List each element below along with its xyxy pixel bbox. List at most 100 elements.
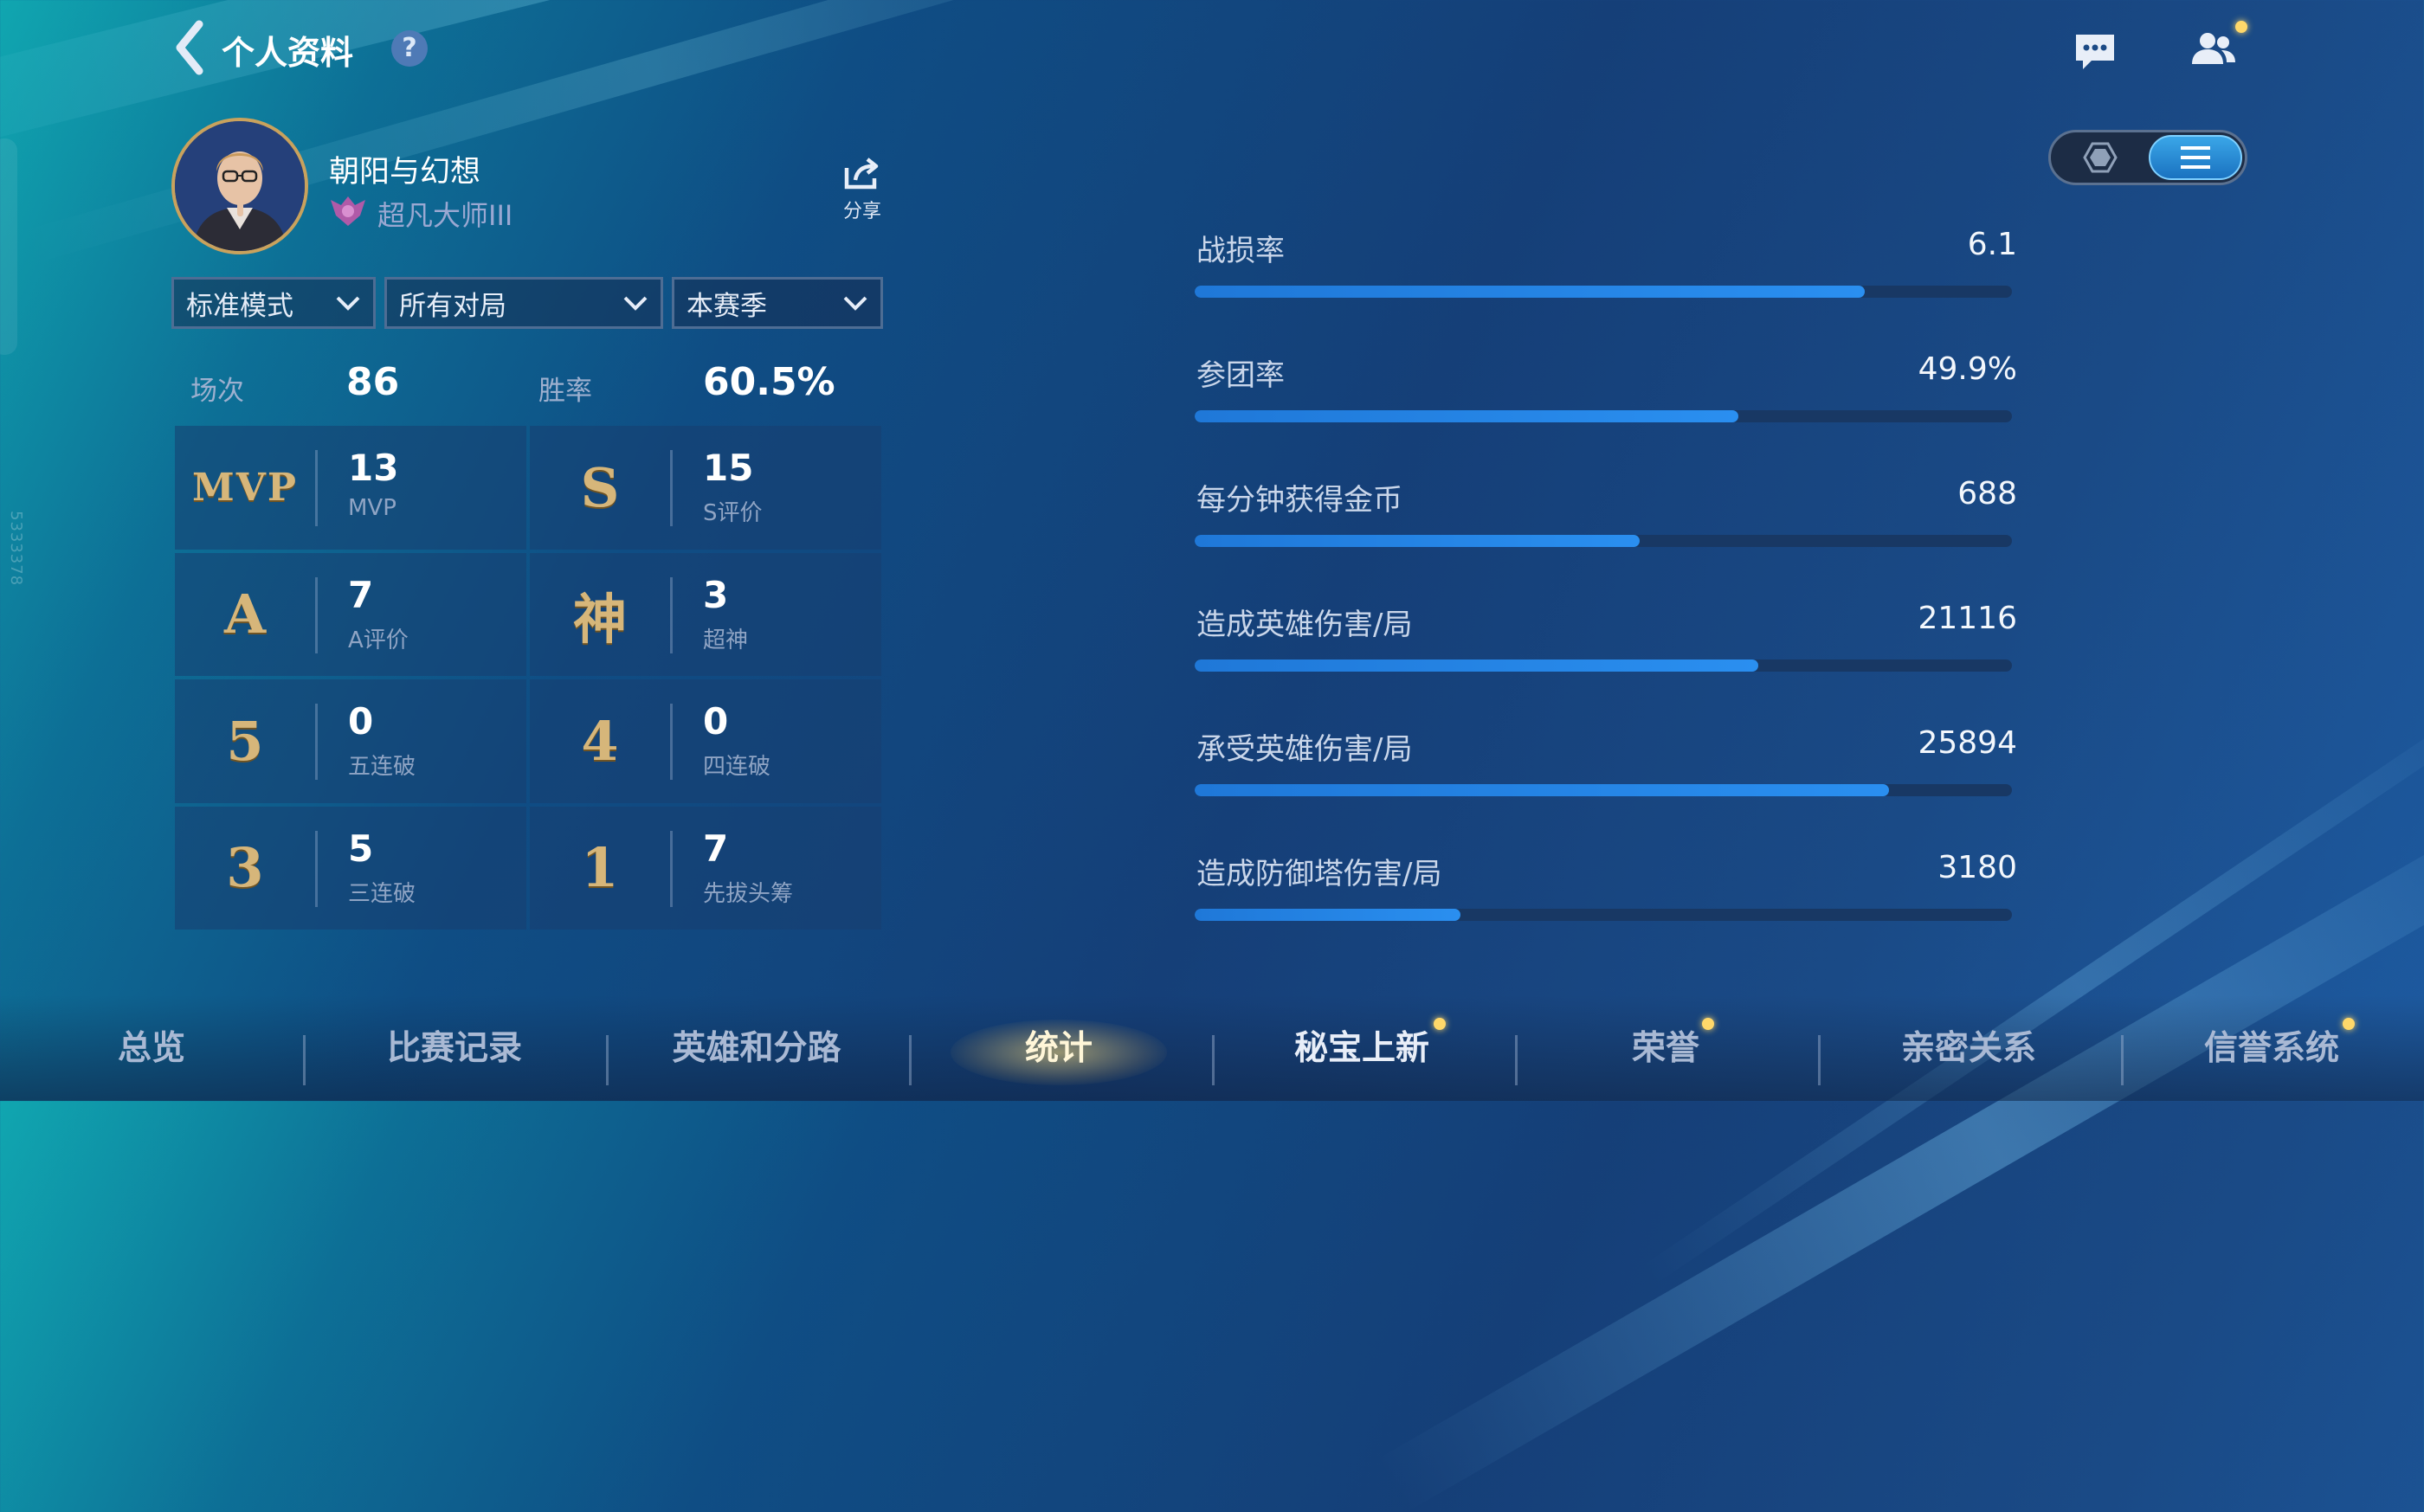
friends-icon[interactable] [2190, 31, 2239, 66]
side-tag: 5333378 [7, 511, 25, 587]
matches-value: 86 [346, 360, 400, 404]
metric-row: 造成防御塔伤害/局 3180 [1195, 850, 2017, 928]
hexagon-view-button[interactable] [2053, 135, 2147, 180]
season-filter-label: 本赛季 [687, 290, 767, 322]
achievement-label: 超神 [703, 627, 749, 653]
view-toggle [2048, 130, 2247, 185]
chevron-down-icon [623, 296, 648, 311]
achievement-cell-mvp: MVP 13 MVP [175, 426, 526, 550]
avatar[interactable] [171, 118, 308, 254]
match-filter-dropdown[interactable]: 所有对局 [384, 277, 663, 329]
credit-system-badge-dot [2343, 1018, 2355, 1030]
chat-icon[interactable] [2073, 31, 2118, 73]
season-filter-dropdown[interactable]: 本赛季 [672, 277, 883, 329]
tab-honor[interactable]: 荣誉 [1536, 1021, 1795, 1070]
mode-filter-label: 标准模式 [186, 290, 293, 322]
share-button[interactable]: 分享 [838, 156, 886, 223]
achievement-value: 7 [348, 573, 374, 616]
matches-label: 场次 [190, 376, 244, 407]
metric-row: 战损率 6.1 [1195, 227, 2017, 305]
honor-badge-dot [1702, 1018, 1714, 1030]
share-icon [843, 158, 881, 194]
achievement-label: S评价 [703, 500, 763, 526]
mvp-icon: MVP [192, 465, 298, 510]
chevron-down-icon [843, 296, 867, 311]
achievement-cell-first-blood: 1 7 先拔头筹 [530, 806, 881, 930]
metric-progress-fill [1195, 286, 1866, 298]
hexagon-icon [2083, 142, 2118, 173]
mode-filter-dropdown[interactable]: 标准模式 [171, 277, 376, 329]
rank-text: 超凡大师III [377, 199, 513, 232]
achievement-value: 5 [348, 827, 374, 870]
metric-row: 参团率 49.9% [1195, 351, 2017, 429]
achievement-value: 3 [703, 573, 729, 616]
metric-progress-fill [1195, 784, 1890, 796]
achievement-cell-legendary: 神 3 超神 [530, 552, 881, 676]
metric-progress-track [1195, 286, 2012, 298]
list-view-button[interactable] [2149, 135, 2242, 180]
achievement-cell-quadra-kill: 4 0 四连破 [530, 679, 881, 803]
achievement-label: 五连破 [348, 754, 416, 780]
metric-progress-track [1195, 784, 2012, 796]
metric-value: 25894 [1918, 725, 2017, 761]
penta-kill-icon: 5 [226, 709, 264, 773]
achievement-label: 四连破 [703, 754, 771, 780]
achievement-cell-triple-kill: 3 5 三连破 [175, 806, 526, 930]
quadra-kill-icon: 4 [581, 709, 619, 773]
triple-kill-icon: 3 [226, 836, 264, 900]
back-chevron-icon[interactable] [171, 19, 206, 76]
bottom-nav: 总览 比赛记录 英雄和分路 统计 秘宝上新 荣誉 亲密关系 信誉系统 [0, 995, 2424, 1101]
metric-label: 造成防御塔伤害/局 [1196, 857, 1442, 891]
a-rating-icon: A [223, 582, 267, 647]
tab-statistics[interactable]: 统计 [929, 1021, 1189, 1070]
username: 朝阳与幻想 [329, 155, 481, 190]
metric-progress-track [1195, 410, 2012, 422]
side-drawer-handle[interactable] [0, 138, 17, 355]
metric-progress-track [1195, 659, 2012, 672]
new-treasure-badge-dot [1434, 1018, 1446, 1030]
metric-progress-track [1195, 909, 2012, 921]
metric-value: 49.9% [1918, 351, 2017, 387]
achievement-value: 0 [348, 700, 374, 743]
metric-progress-fill [1195, 659, 1759, 672]
list-icon [2181, 146, 2210, 169]
achievement-cell-s-rating: S 15 S评价 [530, 426, 881, 550]
tab-credit-system[interactable]: 信誉系统 [2142, 1021, 2401, 1070]
metric-value: 21116 [1918, 601, 2017, 636]
metric-label: 每分钟获得金币 [1196, 483, 1402, 518]
share-label: 分享 [842, 201, 881, 222]
tab-relationships[interactable]: 亲密关系 [1839, 1021, 2098, 1070]
tab-match-history[interactable]: 比赛记录 [325, 1021, 584, 1070]
filter-bar: 标准模式 所有对局 本赛季 [171, 277, 883, 329]
help-icon[interactable]: ? [391, 30, 428, 67]
metric-label: 承受英雄伤害/局 [1196, 732, 1413, 767]
metric-label: 战损率 [1196, 234, 1285, 268]
tab-new-treasure[interactable]: 秘宝上新 [1232, 1021, 1492, 1070]
friends-notification-dot [2235, 21, 2247, 33]
legendary-icon: 神 [572, 587, 627, 651]
achievement-cell-a-rating: A 7 A评价 [175, 552, 526, 676]
metric-row: 造成英雄伤害/局 21116 [1195, 601, 2017, 679]
achievement-value: 7 [703, 827, 729, 870]
metric-value: 688 [1957, 476, 2017, 512]
s-rating-icon: S [580, 455, 620, 519]
chevron-down-icon [336, 296, 360, 311]
metric-progress-fill [1195, 535, 1641, 547]
metric-progress-track [1195, 535, 2012, 547]
match-filter-label: 所有对局 [399, 290, 506, 322]
achievement-label: MVP [348, 495, 396, 521]
achievement-label: 先拔头筹 [703, 880, 794, 907]
achievement-grid: MVP 13 MVP S 15 S评价 A 7 A评价 神 3 超神 5 0 五… [175, 426, 881, 930]
first-blood-icon: 1 [581, 836, 619, 900]
metric-progress-fill [1195, 909, 1460, 921]
metric-label: 造成英雄伤害/局 [1196, 608, 1413, 642]
metric-row: 承受英雄伤害/局 25894 [1195, 725, 2017, 803]
metric-value: 6.1 [1967, 227, 2017, 262]
achievement-value: 15 [703, 447, 754, 489]
winrate-label: 胜率 [538, 376, 592, 407]
achievement-value: 0 [703, 700, 729, 743]
metric-label: 参团率 [1196, 358, 1285, 393]
tab-heroes-lanes[interactable]: 英雄和分路 [627, 1021, 886, 1070]
tab-overview[interactable]: 总览 [22, 1021, 281, 1070]
achievement-label: A评价 [348, 627, 409, 653]
